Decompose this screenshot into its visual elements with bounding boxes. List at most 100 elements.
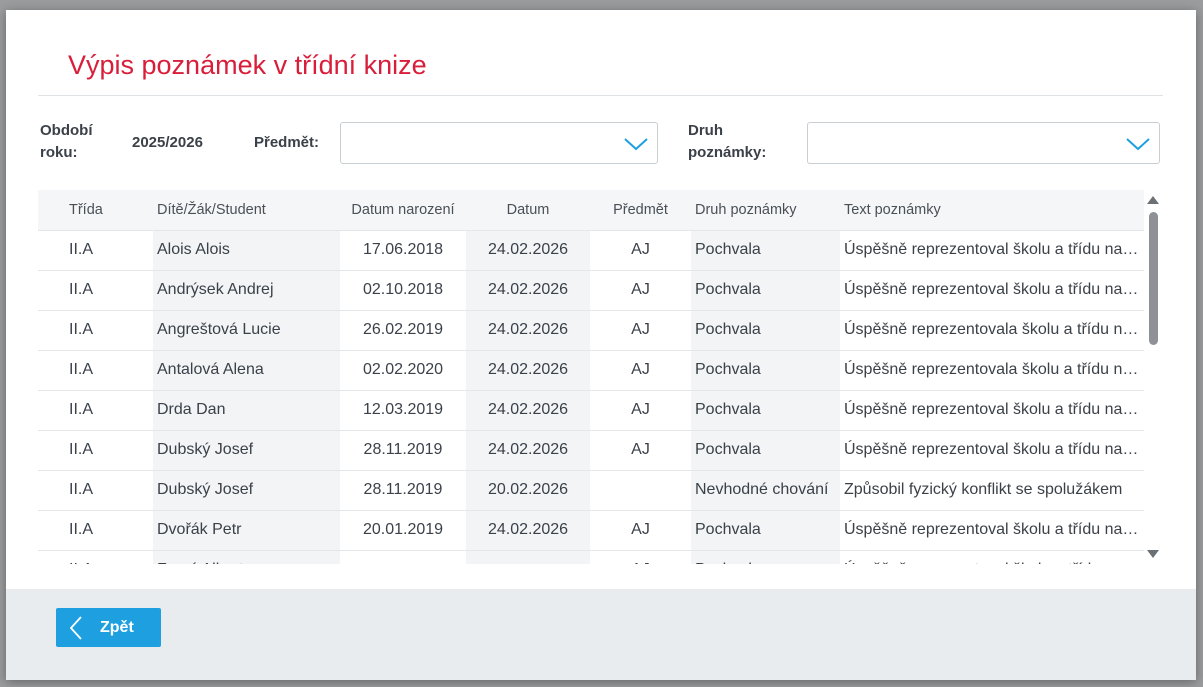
cell-subject: AJ <box>590 429 691 470</box>
cell-note-text: Úspěšně reprezentoval školu a třídu na s… <box>840 229 1144 270</box>
cell-class: II.A <box>38 269 153 310</box>
cell-note-text: Úspěšně reprezentoval školu a třídu na s… <box>840 429 1144 470</box>
cell-note-type: Pochvala <box>691 549 840 564</box>
period-label-line-2: roku: <box>40 144 78 161</box>
table-header-row: Třída Dítě/Žák/Student Datum narození Da… <box>38 190 1144 230</box>
note-type-select[interactable] <box>807 122 1160 164</box>
cell-date: 24.02.2026 <box>466 269 590 310</box>
cell-class: II.A <box>38 549 153 564</box>
cell-date <box>466 549 590 564</box>
cell-note-text: Úspěšně reprezentoval školu a třídu na s… <box>840 509 1144 550</box>
note-type-label-line-2: poznámky: <box>688 144 767 161</box>
cell-note-type: Pochvala <box>691 229 840 270</box>
cell-student: Drda Dan <box>153 389 340 430</box>
table-row[interactable]: II.A Dvořák Petr 20.01.2019 24.02.2026 AJ Poc… <box>38 509 1144 550</box>
notes-grid: Třída Dítě/Žák/Student Datum narození Da… <box>38 190 1144 564</box>
table-row[interactable]: II.A Angreštová Lucie 26.02.2019 24.02.2026… <box>38 309 1144 350</box>
cell-subject: AJ <box>590 309 691 350</box>
cell-class: II.A <box>38 309 153 350</box>
period-label-line-1: Období <box>40 122 93 139</box>
chevron-left-icon <box>70 615 82 640</box>
table-row[interactable]: II.A Dubský Josef 28.11.2019 24.02.2026 AJ Po… <box>38 429 1144 470</box>
column-header-birth-date[interactable]: Datum narození <box>340 190 466 230</box>
cell-subject: AJ <box>590 389 691 430</box>
cell-birth-date: 28.11.2019 <box>340 429 466 470</box>
cell-student: Andrýsek Andrej <box>153 269 340 310</box>
cell-class: II.A <box>38 389 153 430</box>
cell-subject: AJ <box>590 229 691 270</box>
cell-birth-date: 17.06.2018 <box>340 229 466 270</box>
column-header-note-type[interactable]: Druh poznámky <box>691 190 840 230</box>
cell-class: II.A <box>38 469 153 510</box>
table-row[interactable]: II.A Andrýsek Andrej 02.10.2018 24.02.2026 A… <box>38 269 1144 310</box>
subject-select[interactable] <box>340 122 658 164</box>
cell-birth-date: 20.01.2019 <box>340 509 466 550</box>
cell-student: Franý Albert <box>153 549 340 564</box>
modal-title: Výpis poznámek v třídní knize <box>68 50 427 80</box>
cell-student: Antalová Alena <box>153 349 340 390</box>
title-divider <box>38 95 1163 96</box>
cell-birth-date: 02.02.2020 <box>340 349 466 390</box>
cell-birth-date <box>340 549 466 564</box>
cell-birth-date: 02.10.2018 <box>340 269 466 310</box>
cell-class: II.A <box>38 509 153 550</box>
cell-note-type: Pochvala <box>691 309 840 350</box>
note-type-label: Druh poznámky: <box>688 120 766 164</box>
notes-modal: Výpis poznámek v třídní knize Období rok… <box>6 10 1196 680</box>
cell-note-type: Pochvala <box>691 389 840 430</box>
scrollbar-thumb[interactable] <box>1149 212 1158 345</box>
chevron-down-icon <box>1126 138 1150 151</box>
cell-note-text: Úspěšně reprezentoval školu a třídu na s… <box>840 549 1144 564</box>
back-button-label: Zpět <box>100 618 134 636</box>
cell-note-type: Pochvala <box>691 429 840 470</box>
cell-subject: AJ <box>590 269 691 310</box>
cell-note-text: Úspěšně reprezentovala školu a třídu na … <box>840 349 1144 390</box>
cell-date: 24.02.2026 <box>466 349 590 390</box>
cell-date: 24.02.2026 <box>466 309 590 350</box>
column-header-student[interactable]: Dítě/Žák/Student <box>153 190 340 230</box>
cell-subject: AJ <box>590 549 691 564</box>
cell-date: 20.02.2026 <box>466 469 590 510</box>
cell-birth-date: 26.02.2019 <box>340 309 466 350</box>
cell-date: 24.02.2026 <box>466 229 590 270</box>
column-header-date[interactable]: Datum <box>466 190 590 230</box>
table-row[interactable]: II.A Drda Dan 12.03.2019 24.02.2026 AJ Pochva… <box>38 389 1144 430</box>
cell-note-text: Způsobil fyzický konflikt se spolužákem <box>840 469 1144 510</box>
cell-birth-date: 28.11.2019 <box>340 469 466 510</box>
cell-class: II.A <box>38 429 153 470</box>
cell-date: 24.02.2026 <box>466 389 590 430</box>
cell-student: Alois Alois <box>153 229 340 270</box>
cell-note-type: Pochvala <box>691 349 840 390</box>
table-row[interactable]: II.AFraný Albert AJPochvalaÚspěšně reprez… <box>38 549 1144 564</box>
cell-note-type: Pochvala <box>691 509 840 550</box>
cell-date: 24.02.2026 <box>466 509 590 550</box>
cell-student: Dubský Josef <box>153 429 340 470</box>
scroll-up-arrow[interactable] <box>1147 196 1159 204</box>
cell-date: 24.02.2026 <box>466 429 590 470</box>
cell-note-text: Úspěšně reprezentoval školu a třídu na s… <box>840 389 1144 430</box>
subject-label: Předmět: <box>254 134 320 151</box>
cell-birth-date: 12.03.2019 <box>340 389 466 430</box>
column-header-class[interactable]: Třída <box>38 190 153 230</box>
cell-note-text: Úspěšně reprezentoval školu a třídu na s… <box>840 269 1144 310</box>
cell-subject: AJ <box>590 349 691 390</box>
chevron-down-icon <box>624 138 648 151</box>
table-row[interactable]: II.A Dubský Josef 28.11.2019 20.02.2026 Nevh… <box>38 469 1144 510</box>
cell-student: Dvořák Petr <box>153 509 340 550</box>
back-button[interactable]: Zpět <box>56 608 161 647</box>
cell-class: II.A <box>38 229 153 270</box>
cell-class: II.A <box>38 349 153 390</box>
column-header-note-text[interactable]: Text poznámky <box>840 190 1144 230</box>
column-header-subject[interactable]: Předmět <box>590 190 691 230</box>
cell-student: Angreštová Lucie <box>153 309 340 350</box>
scroll-down-arrow[interactable] <box>1147 550 1159 558</box>
cell-note-text: Úspěšně reprezentovala školu a třídu na … <box>840 309 1144 350</box>
cell-subject: AJ <box>590 509 691 550</box>
table-row[interactable]: II.A Alois Alois 17.06.2018 24.02.2026 AJ Poc… <box>38 229 1144 270</box>
cell-student: Dubský Josef <box>153 469 340 510</box>
note-type-label-line-1: Druh <box>688 122 723 139</box>
cell-note-type: Pochvala <box>691 269 840 310</box>
period-label: Období roku: <box>40 120 93 164</box>
cell-note-type: Nevhodné chování <box>691 469 840 510</box>
table-row[interactable]: II.A Antalová Alena 02.02.2020 24.02.2026 AJ… <box>38 349 1144 390</box>
